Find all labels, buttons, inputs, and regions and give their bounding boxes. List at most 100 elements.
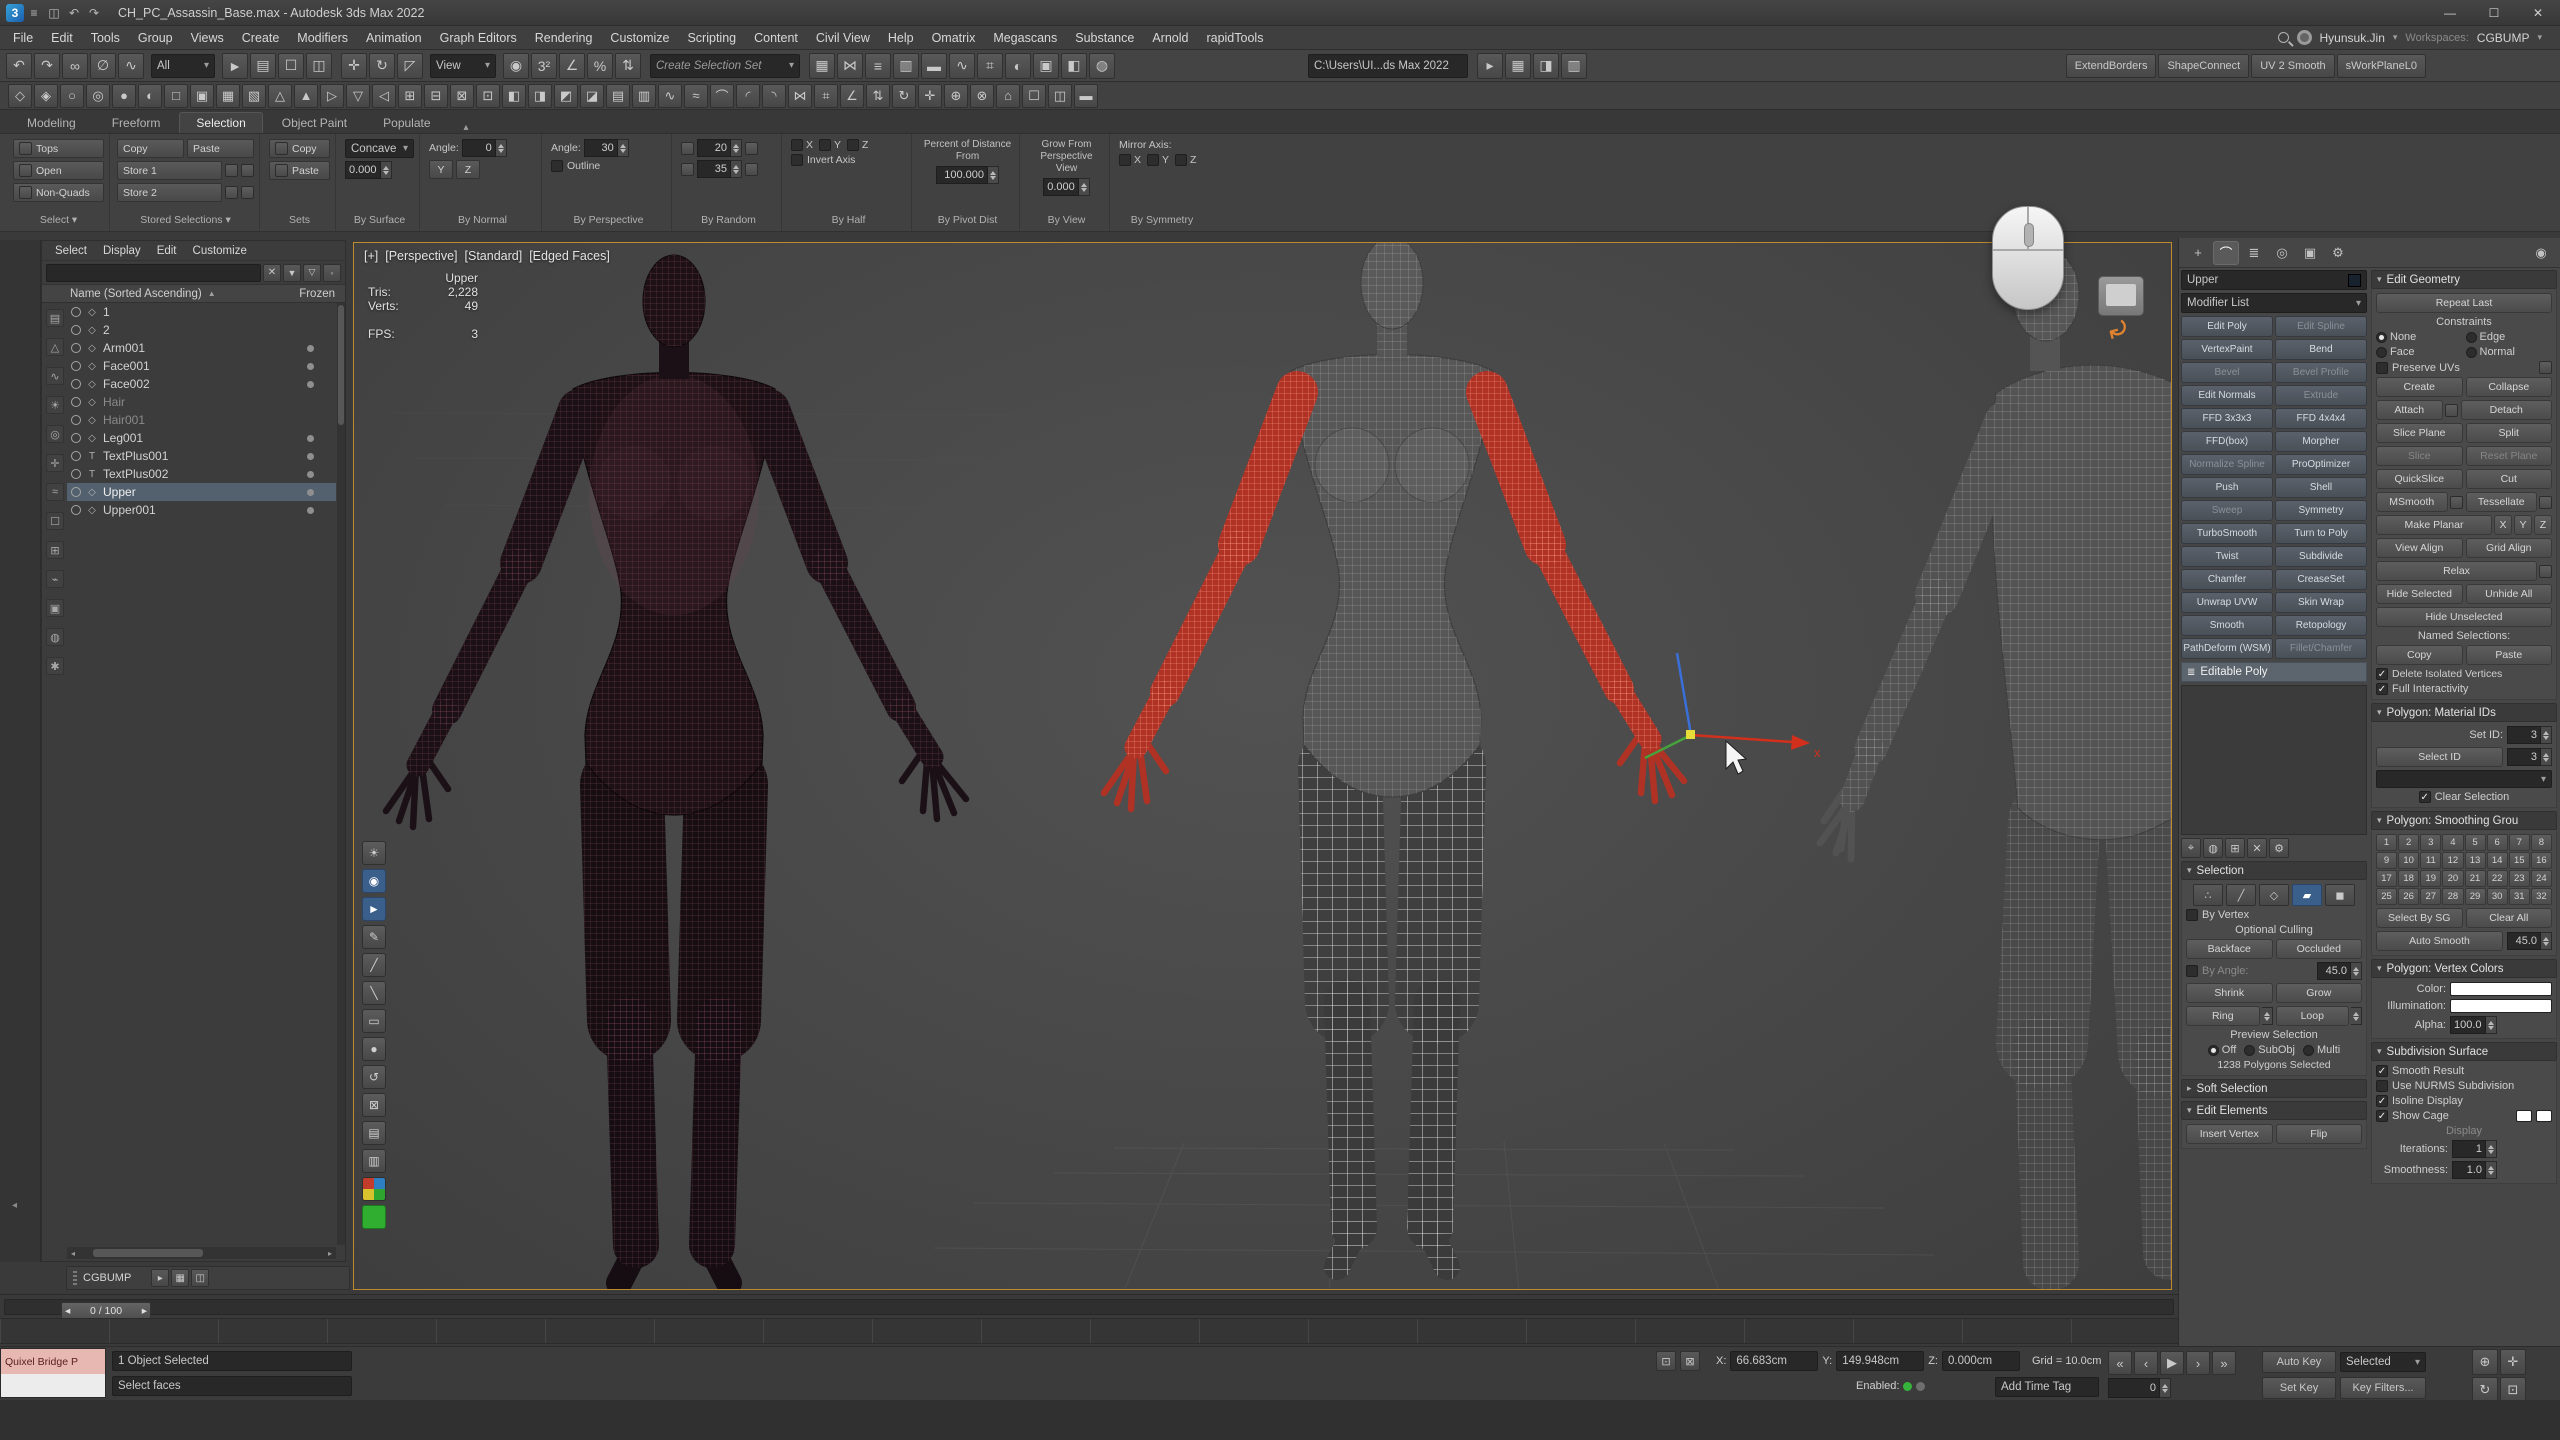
modifier-button[interactable]: Push bbox=[2181, 477, 2273, 498]
tool-icon[interactable]: ▷ bbox=[320, 84, 344, 108]
random-count-spinner[interactable]: 35 bbox=[697, 160, 742, 178]
go-to-start-icon[interactable]: « bbox=[2108, 1351, 2132, 1375]
select-all-icon[interactable]: ▤ bbox=[46, 309, 64, 327]
panel-footer[interactable]: Select ▾ bbox=[8, 214, 109, 229]
tool-icon[interactable]: ⊡ bbox=[476, 84, 500, 108]
visibility-icon[interactable] bbox=[71, 469, 81, 479]
display-shapes-icon[interactable]: ∿ bbox=[46, 367, 64, 385]
tool-icon[interactable]: ⌒ bbox=[710, 84, 734, 108]
custom-toolbar-button[interactable]: UV 2 Smooth bbox=[2251, 54, 2334, 78]
msmooth-settings-icon[interactable] bbox=[2450, 496, 2463, 509]
lock-explorer-icon[interactable]: ◦ bbox=[323, 264, 341, 282]
viewport-3d-scene[interactable]: x bbox=[354, 243, 2172, 1290]
smoothing-group-button[interactable]: 29 bbox=[2465, 888, 2486, 905]
smoothing-group-button[interactable]: 25 bbox=[2376, 888, 2397, 905]
smoothing-group-button[interactable]: 10 bbox=[2398, 852, 2419, 869]
explorer-menu-item[interactable]: Customize bbox=[186, 241, 254, 261]
figure-left[interactable] bbox=[386, 255, 966, 1283]
color-palette-icon[interactable] bbox=[362, 1177, 386, 1201]
smoothing-group-button[interactable]: 7 bbox=[2509, 834, 2530, 851]
menu-item[interactable]: File bbox=[4, 26, 42, 50]
add-time-tag-field[interactable]: Add Time Tag bbox=[1995, 1377, 2099, 1397]
menu-item[interactable]: Arnold bbox=[1143, 26, 1197, 50]
modifier-button[interactable]: Skin Wrap bbox=[2275, 592, 2367, 613]
macro-recorder-line[interactable]: Quixel Bridge P bbox=[1, 1349, 105, 1374]
visibility-icon[interactable] bbox=[71, 433, 81, 443]
show-end-result-icon[interactable]: ◍ bbox=[2203, 838, 2223, 858]
select-id-spinner[interactable]: 3 bbox=[2507, 748, 2552, 766]
by-angle-checkbox[interactable] bbox=[2186, 965, 2198, 977]
store-1-button[interactable]: Store 1 bbox=[117, 161, 222, 180]
axis-checkbox[interactable] bbox=[847, 139, 859, 151]
stored-paste-button[interactable]: Paste bbox=[187, 139, 254, 158]
preserve-uvs-settings-icon[interactable] bbox=[2539, 361, 2552, 374]
custom-toolbar-button[interactable]: ExtendBorders bbox=[2066, 54, 2157, 78]
ribbon-select-button[interactable]: Open bbox=[13, 161, 104, 180]
tool-icon[interactable]: ◈ bbox=[34, 84, 58, 108]
repeat-last-button[interactable]: Repeat Last bbox=[2376, 293, 2552, 313]
attach-list-icon[interactable] bbox=[2445, 404, 2458, 417]
listener-line[interactable] bbox=[1, 1374, 105, 1397]
smoothing-group-button[interactable]: 4 bbox=[2442, 834, 2463, 851]
undo-stroke-icon[interactable]: ↺ bbox=[362, 1065, 386, 1089]
tool-icon[interactable]: □ bbox=[164, 84, 188, 108]
rectangular-region-icon[interactable]: ☐ bbox=[278, 53, 304, 79]
smoothing-group-button[interactable]: 5 bbox=[2465, 834, 2486, 851]
detach-button[interactable]: Detach bbox=[2461, 400, 2553, 420]
make-planar-button[interactable]: Make Planar bbox=[2376, 515, 2492, 535]
random-percent-spinner[interactable]: 20 bbox=[697, 139, 742, 157]
viewport-label-token[interactable]: [Standard] bbox=[465, 249, 523, 263]
display-spacewarps-icon[interactable]: ≈ bbox=[46, 483, 64, 501]
grid-align-button[interactable]: Grid Align bbox=[2466, 538, 2553, 558]
store-slot-icon[interactable] bbox=[225, 186, 238, 199]
cage-color-swatch[interactable] bbox=[2516, 1110, 2532, 1122]
explorer-row[interactable]: ◇ 2 bbox=[67, 321, 336, 339]
grow-button[interactable]: Grow bbox=[2276, 983, 2363, 1003]
split-button[interactable]: Split bbox=[2466, 423, 2553, 443]
tool-icon[interactable]: ⌗ bbox=[814, 84, 838, 108]
visibility-icon[interactable] bbox=[71, 343, 81, 353]
undo-icon[interactable]: ↶ bbox=[6, 53, 32, 79]
stroke-icon[interactable]: ╱ bbox=[362, 953, 386, 977]
loop-button[interactable]: Loop bbox=[2276, 1006, 2350, 1026]
tool-icon[interactable]: ▽ bbox=[346, 84, 370, 108]
quickslice-button[interactable]: QuickSlice bbox=[2376, 469, 2463, 489]
ribbon-select-button[interactable]: Non-Quads bbox=[13, 183, 104, 202]
display-materials-icon[interactable]: ◍ bbox=[46, 628, 64, 646]
clear-search-icon[interactable]: ✕ bbox=[263, 264, 281, 282]
show-end-result-icon[interactable]: ◉ bbox=[362, 869, 386, 893]
polygon-subobject-icon[interactable]: ▰ bbox=[2292, 884, 2322, 906]
panel-footer[interactable]: By View bbox=[1024, 214, 1109, 229]
x-coordinate-field[interactable]: 66.683cm bbox=[1730, 1351, 1818, 1371]
display-frozen-icon[interactable]: ✱ bbox=[46, 657, 64, 675]
make-planar-axis-button[interactable]: Z bbox=[2534, 515, 2552, 535]
material-editor-icon[interactable]: ◐ bbox=[1005, 53, 1031, 79]
smoothing-group-button[interactable]: 6 bbox=[2487, 834, 2508, 851]
tool-icon[interactable]: ∿ bbox=[658, 84, 682, 108]
smoothing-group-button[interactable]: 12 bbox=[2442, 852, 2463, 869]
hide-selected-button[interactable]: Hide Selected bbox=[2376, 584, 2463, 604]
explorer-row[interactable]: T TextPlus002 bbox=[67, 465, 336, 483]
tool-icon[interactable]: ⊠ bbox=[450, 84, 474, 108]
motion-tab-icon[interactable]: ◎ bbox=[2269, 241, 2295, 265]
random-count-icon[interactable] bbox=[681, 163, 694, 176]
panel-footer[interactable]: By Normal bbox=[424, 214, 541, 229]
panel-footer[interactable]: By Half bbox=[786, 214, 911, 229]
smoothing-group-button[interactable]: 9 bbox=[2376, 852, 2397, 869]
next-frame-icon[interactable]: › bbox=[2186, 1351, 2210, 1375]
modifier-button[interactable]: Bend bbox=[2275, 339, 2367, 360]
collapse-panel-icon[interactable]: ◂ bbox=[12, 1200, 17, 1211]
slider-prev-icon[interactable]: ◂ bbox=[65, 1305, 70, 1317]
menu-item[interactable]: Help bbox=[879, 26, 923, 50]
spinner-snap-icon[interactable]: ⇅ bbox=[615, 53, 641, 79]
tool-icon[interactable]: ⊗ bbox=[970, 84, 994, 108]
smoothing-group-button[interactable]: 27 bbox=[2420, 888, 2441, 905]
ribbon-collapse-icon[interactable]: ▴ bbox=[464, 122, 469, 133]
smoothing-group-button[interactable]: 20 bbox=[2442, 870, 2463, 887]
menu-item[interactable]: Rendering bbox=[526, 26, 602, 50]
smoothing-group-button[interactable]: 15 bbox=[2509, 852, 2530, 869]
display-cameras-icon[interactable]: ◎ bbox=[46, 425, 64, 443]
menu-item[interactable]: Megascans bbox=[984, 26, 1066, 50]
dock-tool-icon-a[interactable]: ▸ bbox=[151, 1269, 169, 1287]
concave-mode-dropdown[interactable]: Concave bbox=[345, 139, 414, 158]
